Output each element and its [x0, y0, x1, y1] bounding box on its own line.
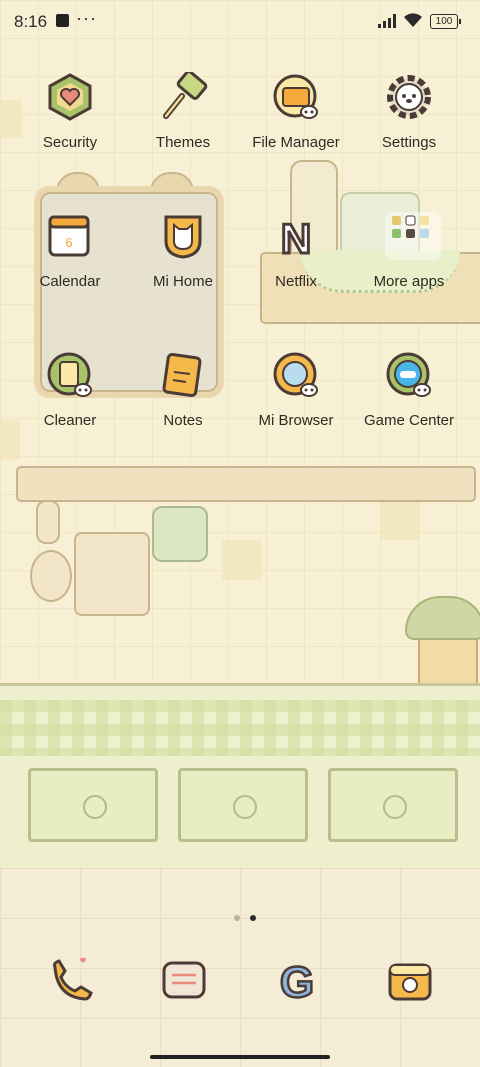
google-icon: G	[279, 957, 316, 1009]
app-label: More apps	[373, 273, 445, 290]
game-center-icon	[384, 350, 434, 400]
app-label: Netflix	[275, 273, 317, 290]
dock-camera[interactable]	[382, 953, 438, 1009]
drawer-decoration	[28, 768, 158, 842]
app-label: File Manager	[252, 134, 340, 151]
file-manager-icon	[271, 72, 321, 122]
calendar-icon: 6	[45, 211, 95, 261]
folder-icon	[384, 211, 441, 261]
netflix-letter: N	[281, 215, 311, 261]
themes-icon	[158, 70, 208, 122]
app-mi-home[interactable]: Mi Home	[127, 211, 239, 290]
battery-icon: 100	[430, 14, 461, 29]
app-label: Security	[42, 134, 98, 151]
page-indicator	[229, 908, 261, 926]
app-mi-browser[interactable]: Mi Browser	[240, 350, 352, 429]
google-letter: G	[280, 958, 314, 1007]
app-security[interactable]: Security	[14, 72, 126, 151]
app-calendar[interactable]: 6 Calendar	[14, 211, 126, 290]
long-shelf-decoration	[16, 466, 476, 502]
calendar-date: 6	[65, 235, 72, 250]
app-netflix[interactable]: N Netflix	[240, 211, 352, 291]
page-dot	[234, 915, 240, 921]
status-bar: 8:16 ··· 100	[0, 0, 480, 44]
app-label: Mi Browser	[258, 412, 334, 429]
app-label: Calendar	[39, 273, 101, 290]
app-themes[interactable]: Themes	[127, 70, 239, 151]
drawer-decoration	[328, 768, 458, 842]
notification-icon	[56, 14, 69, 27]
app-label: Cleaner	[43, 412, 97, 429]
dock-phone[interactable]	[43, 953, 99, 1009]
phone-icon	[53, 957, 93, 1001]
app-game-center[interactable]: Game Center	[353, 350, 465, 429]
status-time: 8:16	[14, 12, 48, 31]
more-notifications-icon: ···	[76, 8, 97, 28]
wifi-icon	[404, 13, 422, 27]
camera-icon	[388, 963, 432, 1001]
page-dot-active	[250, 915, 256, 921]
app-label: Settings	[381, 134, 437, 151]
mi-home-icon	[158, 211, 208, 261]
netflix-icon: N	[271, 211, 321, 264]
settings-icon	[384, 72, 434, 122]
app-label: Mi Home	[152, 273, 213, 290]
app-label: Game Center	[363, 412, 455, 429]
wallpaper-tile	[222, 540, 262, 580]
counter-cloth-decoration	[0, 700, 480, 756]
cutting-board-decoration	[74, 532, 150, 616]
cleaner-icon	[45, 350, 95, 400]
signal-icon	[378, 14, 396, 28]
wallpaper-tile	[380, 500, 420, 540]
app-label: Themes	[155, 134, 211, 151]
ladle-decoration	[36, 500, 60, 544]
messages-icon	[162, 961, 206, 999]
app-notes[interactable]: Notes	[127, 350, 239, 429]
security-icon	[45, 72, 95, 122]
app-label: Notes	[163, 412, 203, 429]
app-folder-more-apps[interactable]: More apps	[353, 211, 465, 290]
mi-browser-icon	[271, 350, 321, 400]
mug-decoration	[152, 506, 208, 562]
app-file-manager[interactable]: File Manager	[240, 72, 352, 151]
gesture-navigation-bar[interactable]	[150, 1055, 330, 1059]
notes-icon	[158, 350, 208, 400]
dock-google[interactable]: G	[269, 953, 325, 1009]
dock-messages[interactable]	[156, 953, 212, 1009]
app-cleaner[interactable]: Cleaner	[14, 350, 126, 429]
app-settings[interactable]: Settings	[353, 72, 465, 151]
ladle-bowl-decoration	[30, 550, 72, 602]
drawer-decoration	[178, 768, 308, 842]
